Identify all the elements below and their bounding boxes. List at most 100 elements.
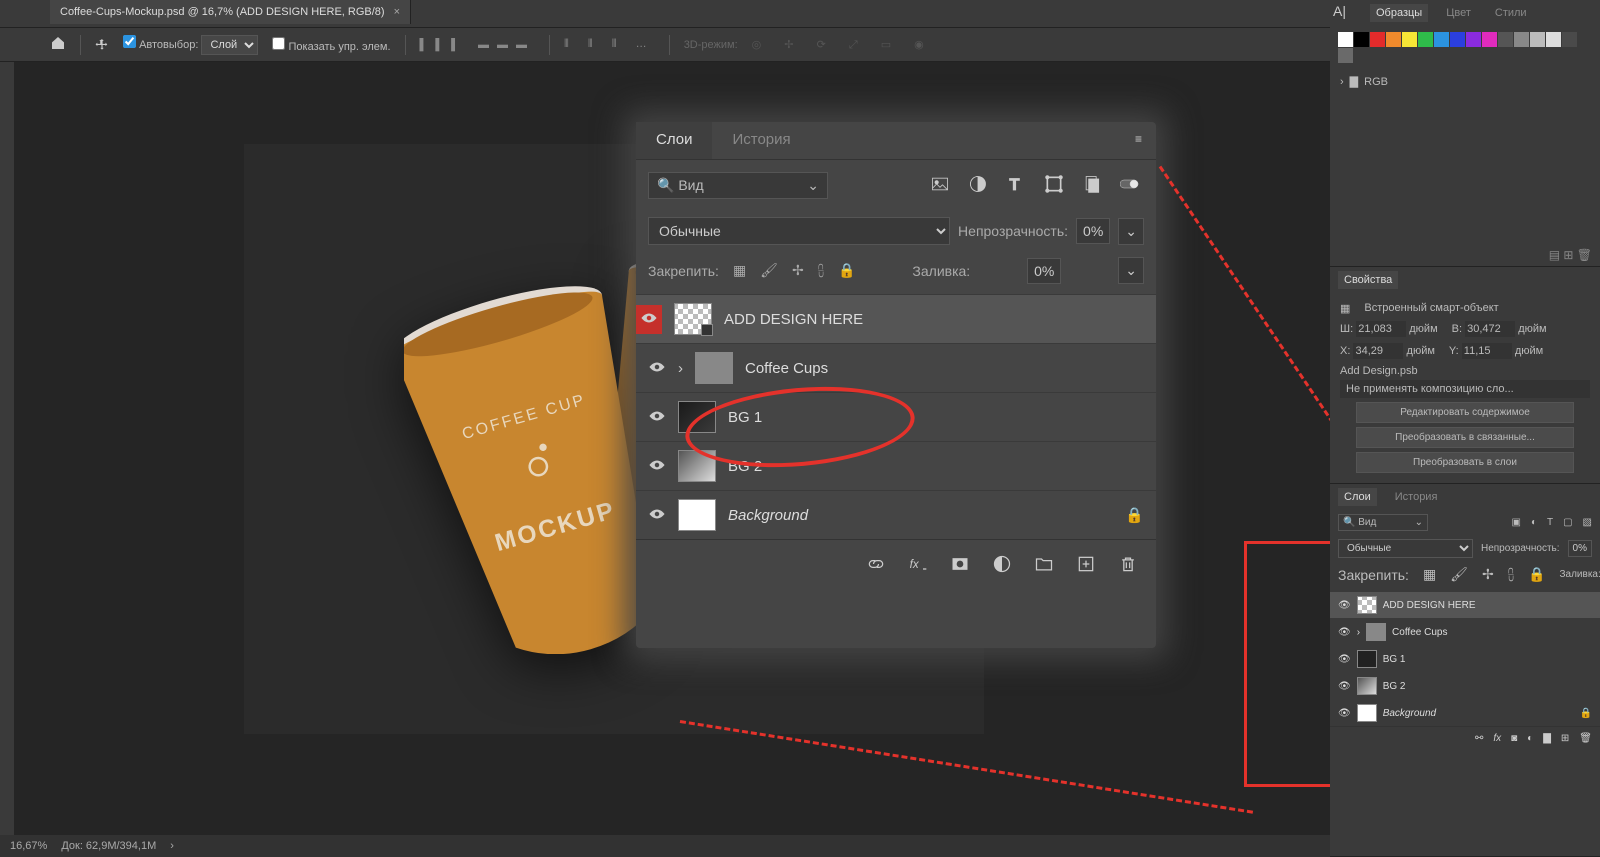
show-controls-checkbox[interactable] [272, 37, 285, 50]
width-input[interactable] [1356, 321, 1406, 337]
tab-layers[interactable]: Слои [636, 122, 712, 159]
align-icons[interactable]: ▌▌▌ ▬▬▬ [420, 39, 535, 51]
filter-smart-icon[interactable] [1078, 170, 1106, 201]
swatch-folder[interactable]: ›▇RGB [1330, 69, 1600, 94]
swatch[interactable] [1562, 32, 1577, 47]
panel-menu-icon[interactable]: ≡ [1121, 122, 1156, 159]
visibility-icon[interactable]: 👁 [1338, 654, 1351, 665]
mini-filter-select[interactable]: 🔍 Вид⌄ [1338, 514, 1428, 531]
mini-layer-add-design[interactable]: 👁ADD DESIGN HERE [1330, 591, 1600, 618]
convert-layers-button[interactable]: Преобразовать в слои [1356, 452, 1574, 473]
layer-filter-select[interactable]: 🔍 Вид⌄ [648, 172, 828, 199]
lock-transparency-icon[interactable]: ▦ [733, 262, 746, 279]
mini-opacity[interactable]: 0% [1568, 540, 1592, 557]
group-icon[interactable] [1034, 554, 1054, 577]
visibility-icon[interactable] [636, 305, 662, 334]
mini-tab-layers[interactable]: Слои [1338, 488, 1377, 506]
mask-icon[interactable] [950, 554, 970, 577]
height-input[interactable] [1465, 321, 1515, 337]
lock-pixels-icon[interactable]: 🖌 [760, 262, 778, 279]
fx-icon[interactable]: fx [908, 554, 928, 577]
swatch[interactable] [1514, 32, 1529, 47]
visibility-icon[interactable] [648, 458, 666, 475]
status-chevron-icon[interactable]: › [170, 840, 174, 852]
layer-thumb[interactable] [674, 303, 712, 335]
mask-icon[interactable]: ◙ [1511, 733, 1517, 744]
swatch[interactable] [1498, 32, 1513, 47]
tab-swatches[interactable]: Образцы [1370, 4, 1428, 22]
autoselect-checkbox[interactable] [123, 35, 136, 48]
edit-contents-button[interactable]: Редактировать содержимое [1356, 402, 1574, 423]
filter-pixel-icon[interactable]: ▣ [1511, 517, 1520, 528]
x-input[interactable] [1353, 343, 1403, 359]
link-icon[interactable]: ⚯ [1475, 733, 1483, 744]
swatch[interactable] [1386, 32, 1401, 47]
lock-position-icon[interactable]: ✢ [792, 262, 804, 279]
mini-layer-coffee-cups[interactable]: 👁›Coffee Cups [1330, 618, 1600, 645]
fill-value[interactable]: 0% [1027, 258, 1061, 284]
convert-linked-button[interactable]: Преобразовать в связанные... [1356, 427, 1574, 448]
filter-type-icon[interactable]: T [1002, 170, 1030, 201]
visibility-icon[interactable]: 👁 [1338, 627, 1351, 638]
adjustment-icon[interactable] [992, 554, 1012, 577]
swatch[interactable] [1434, 32, 1449, 47]
filter-shape-icon[interactable] [1040, 170, 1068, 201]
autoselect-mode-select[interactable]: Слой [201, 35, 258, 55]
mini-layer-background[interactable]: 👁Background🔒 [1330, 699, 1600, 726]
filter-shape-icon[interactable]: ▢ [1563, 517, 1572, 528]
filter-adjust-icon[interactable]: ◐ [1531, 517, 1537, 528]
mini-layer-bg1[interactable]: 👁BG 1 [1330, 645, 1600, 672]
distribute-icons[interactable]: ⦀ ⦀ ⦀ … [564, 38, 655, 51]
filter-adjust-icon[interactable] [964, 170, 992, 201]
opacity-dropdown-icon[interactable]: ⌄ [1118, 218, 1144, 245]
tab-styles[interactable]: Стили [1489, 4, 1533, 22]
close-icon[interactable]: × [394, 6, 400, 18]
swatch[interactable] [1402, 32, 1417, 47]
swatch[interactable] [1338, 32, 1353, 47]
mini-tab-history[interactable]: История [1389, 488, 1444, 506]
visibility-icon[interactable] [648, 507, 666, 524]
fill-dropdown-icon[interactable]: ⌄ [1118, 257, 1144, 284]
swatch[interactable] [1450, 32, 1465, 47]
visibility-icon[interactable] [648, 409, 666, 426]
link-icon[interactable] [866, 554, 886, 577]
visibility-icon[interactable]: 👁 [1338, 708, 1351, 719]
y-input[interactable] [1462, 343, 1512, 359]
visibility-icon[interactable] [648, 360, 666, 377]
new-layer-icon[interactable] [1076, 554, 1096, 577]
new-layer-icon[interactable]: ⊞ [1561, 733, 1569, 744]
move-tool-icon[interactable] [95, 38, 109, 52]
lock-all-icon[interactable]: 🔒 [838, 262, 855, 279]
swatch[interactable] [1482, 32, 1497, 47]
layer-row-background[interactable]: Background 🔒 [636, 490, 1156, 539]
visibility-icon[interactable]: 👁 [1338, 600, 1351, 611]
swatch[interactable] [1466, 32, 1481, 47]
filter-pixel-icon[interactable] [926, 170, 954, 201]
trash-icon[interactable] [1118, 554, 1138, 577]
mini-layer-bg2[interactable]: 👁BG 2 [1330, 672, 1600, 699]
lock-artboard-icon[interactable]: ⩉ [818, 262, 824, 279]
fx-icon[interactable]: fx [1493, 733, 1501, 744]
opacity-value[interactable]: 0% [1076, 218, 1110, 244]
expand-icon[interactable]: › [678, 360, 683, 377]
adjustment-icon[interactable]: ◐ [1527, 733, 1533, 744]
trash-icon[interactable]: 🗑 [1579, 733, 1592, 744]
layer-row-bg2[interactable]: BG 2 [636, 441, 1156, 490]
swatch[interactable] [1530, 32, 1545, 47]
zoom-level[interactable]: 16,67% [10, 840, 47, 852]
blend-mode-select[interactable]: Обычные [648, 217, 950, 245]
swatch[interactable] [1418, 32, 1433, 47]
tab-history[interactable]: История [712, 122, 810, 159]
visibility-icon[interactable]: 👁 [1338, 681, 1351, 692]
filter-type-icon[interactable]: T [1547, 517, 1553, 528]
home-icon[interactable] [50, 35, 66, 54]
group-icon[interactable]: ▇ [1543, 733, 1551, 744]
filter-smart-icon[interactable]: ▧ [1583, 517, 1592, 528]
document-tab[interactable]: Coffee-Cups-Mockup.psd @ 16,7% (ADD DESI… [50, 0, 411, 24]
layer-comp-select[interactable]: Не применять композицию сло... [1346, 383, 1514, 395]
layer-row-coffee-cups[interactable]: › Coffee Cups [636, 343, 1156, 392]
swatch[interactable] [1370, 32, 1385, 47]
swatch[interactable] [1546, 32, 1561, 47]
tab-color[interactable]: Цвет [1440, 4, 1477, 22]
layer-row-add-design[interactable]: ADD DESIGN HERE [636, 294, 1156, 343]
